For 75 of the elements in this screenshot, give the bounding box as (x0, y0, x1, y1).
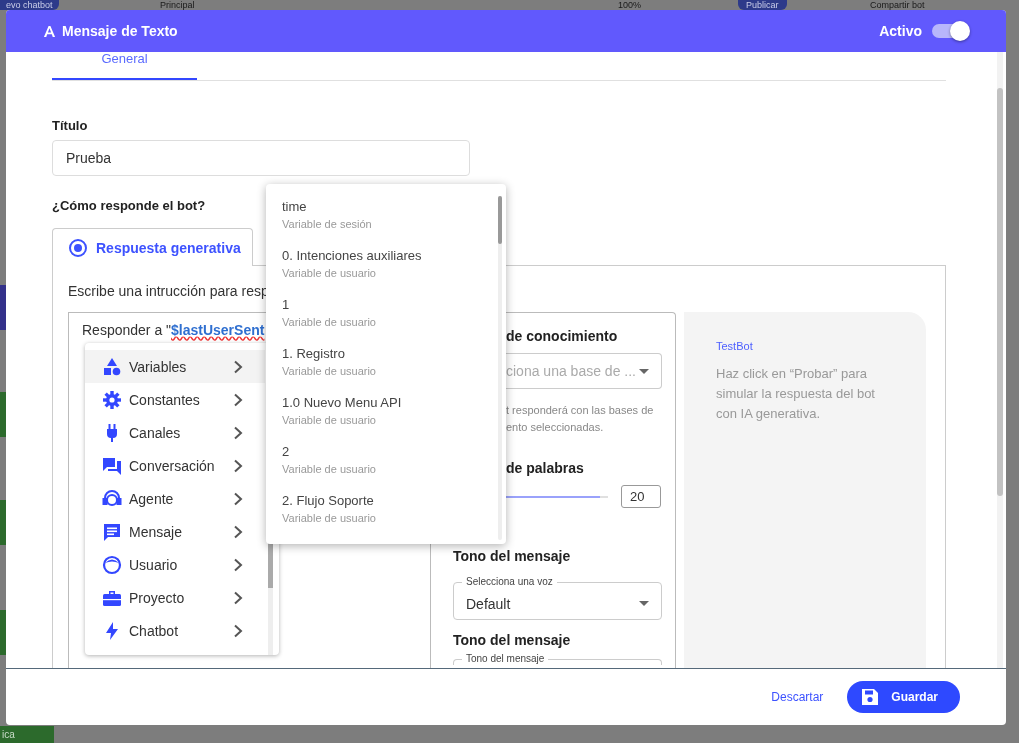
menu-item[interactable]: Chatbot (85, 614, 265, 647)
message-icon (102, 521, 122, 542)
instruction-text: Responder a "$lastUserSent (82, 322, 265, 338)
section-label: ¿Cómo responde el bot? (52, 198, 206, 213)
variable-name: 0. Intenciones auxiliares (282, 247, 423, 265)
variable-name: 1.0 Nuevo Menu API (282, 394, 403, 412)
field-label: Tono del mensaje (453, 632, 571, 648)
toolbar-item[interactable]: evo chatbot (0, 0, 59, 10)
discard-link[interactable]: Descartar (771, 690, 824, 704)
menu-item[interactable]: Conversación (85, 449, 265, 482)
variable-option[interactable]: time Variable de sesión (282, 198, 506, 247)
active-toggle[interactable] (932, 24, 968, 38)
tab[interactable]: General (52, 52, 197, 80)
variable-type: Variable de usuario (282, 462, 377, 477)
letter-a-icon (43, 24, 56, 38)
face-icon (102, 554, 122, 575)
scrollbar-thumb[interactable] (268, 543, 273, 588)
field-label: de conocimiento (506, 328, 618, 344)
headset-icon (102, 488, 122, 509)
chevron-icon (233, 491, 243, 506)
variable-name: 2 (282, 443, 291, 461)
chevron-icon (233, 557, 243, 572)
preview-title: TestBot (716, 340, 754, 352)
scrollbar-thumb[interactable] (498, 196, 502, 244)
field-label: Tono del mensaje (453, 548, 571, 564)
toolbar-item[interactable]: Compartir bot (870, 0, 925, 10)
variable-type: Variable de usuario (282, 364, 377, 379)
variable-type: Variable de usuario (282, 315, 377, 330)
dialog-title: Mensaje de Texto (62, 23, 178, 39)
menu-item[interactable]: Agente (85, 482, 265, 515)
active-label: Activo (879, 23, 922, 39)
title-field[interactable]: Prueba (52, 140, 470, 176)
variable-name: 2. Flujo Soporte (282, 492, 375, 510)
word-count-field[interactable]: 20 (621, 485, 661, 508)
variable-name: time (282, 198, 308, 216)
shapes-icon (102, 356, 122, 377)
preview-text: Haz click en “Probar” para simular la respuesta del bot con IA generativa. (716, 365, 876, 423)
save-icon (861, 688, 880, 706)
help-text: t responderá con las bases de ento seleccionadas. (506, 403, 655, 435)
variable-type: Variable de usuario (282, 266, 377, 281)
toolbar-item[interactable]: Publicar (738, 0, 787, 10)
menu-item[interactable]: Usuario (85, 548, 265, 581)
tone-field[interactable]: Tono del mensaje (453, 653, 662, 665)
menu-item[interactable]: Proyecto (85, 581, 265, 614)
caret-icon (639, 368, 649, 374)
field-label: de palabras (506, 460, 584, 476)
scrollbar-thumb[interactable] (997, 88, 1003, 496)
chevron-icon (233, 590, 243, 605)
radio-button[interactable] (69, 238, 87, 257)
variable-name: 1 (282, 296, 291, 314)
response-tab[interactable]: Respuesta generativa (52, 228, 253, 266)
chevron-icon (233, 458, 243, 473)
variable-name: 1. Registro (282, 345, 346, 363)
variable-type: Variable de usuario (282, 511, 377, 526)
menu-item[interactable]: Constantes (85, 383, 265, 416)
variable-option[interactable]: 0. Intenciones auxiliares Variable de usuario (282, 247, 506, 296)
variable-type: Variable de sesión (282, 217, 373, 232)
menu-item[interactable]: Canales (85, 416, 265, 449)
chevron-icon (233, 359, 243, 374)
field-label: Título (52, 118, 88, 133)
gear-icon (102, 389, 122, 410)
chevron-icon (233, 623, 243, 638)
variable-type: Variable de usuario (282, 413, 377, 428)
menu-item[interactable]: Mensaje (85, 515, 265, 548)
sidebar-label: ica (0, 726, 54, 743)
toolbar-item[interactable]: 100% (618, 0, 642, 10)
chevron-icon (233, 524, 243, 539)
save-button[interactable]: Guardar (847, 681, 960, 713)
voice-select[interactable]: Selecciona una voz Default (453, 576, 662, 620)
chevron-icon (233, 425, 243, 440)
toolbar-item[interactable]: Principal (160, 0, 195, 10)
menu-item[interactable]: Variables (85, 350, 265, 383)
caret-icon (639, 601, 649, 606)
chat-icon (102, 455, 122, 476)
chevron-icon (233, 392, 243, 407)
